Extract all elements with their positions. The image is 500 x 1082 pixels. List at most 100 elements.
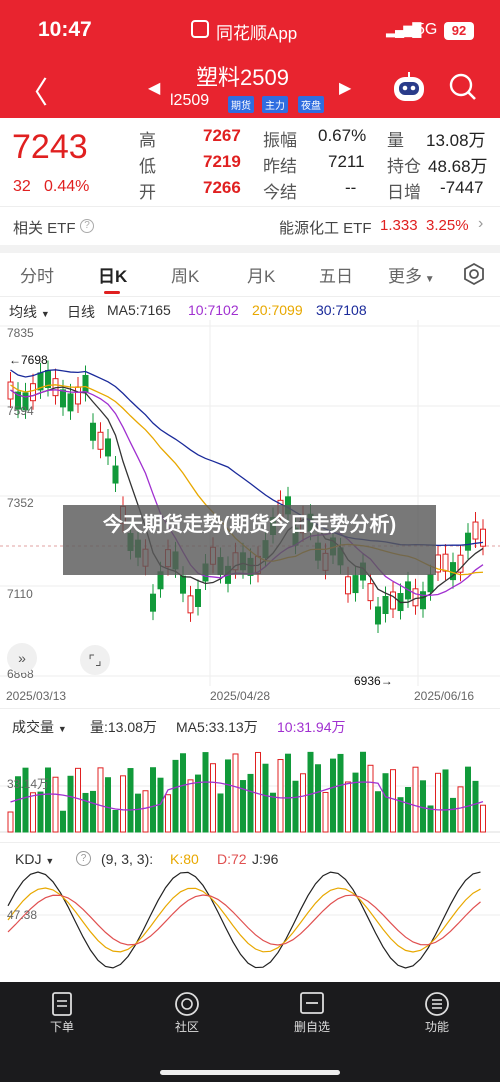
volume-bar xyxy=(397,797,404,833)
candle-body xyxy=(390,591,396,610)
open-interest-label: 持仓 xyxy=(387,157,421,176)
related-etf-row[interactable]: 相关 ETF ? 能源化工 ETF 1.333 3.25% › xyxy=(0,207,500,245)
volume-type-label: 成交量 xyxy=(12,719,54,735)
volume-bar xyxy=(75,767,81,833)
tab-monthly-k[interactable]: 月K xyxy=(247,262,275,287)
volume-bar xyxy=(60,810,66,833)
section-gap xyxy=(0,245,500,253)
candle-body xyxy=(367,583,374,602)
high-label: 高 xyxy=(139,131,156,150)
volume-bar xyxy=(7,811,14,833)
candle-body xyxy=(105,438,111,457)
last-price: 7243 xyxy=(12,128,88,166)
community-icon xyxy=(175,992,199,1016)
candle-body xyxy=(30,383,36,402)
nav-functions[interactable]: 功能 xyxy=(397,990,477,1035)
y-axis-label-4: 7110 xyxy=(7,587,33,601)
volume-bar xyxy=(390,769,396,833)
amplitude-value: 0.67% xyxy=(318,126,367,145)
nav-order[interactable]: 下单 xyxy=(22,990,102,1035)
volume-type-select[interactable]: 成交量 ▼ xyxy=(12,717,67,737)
nav-community-label: 社区 xyxy=(174,1020,199,1034)
volume-bar xyxy=(307,751,314,833)
y-axis-label-3: 7352 xyxy=(7,496,34,510)
tab-daily-k[interactable]: 日K xyxy=(98,262,127,287)
volume-label: 量 xyxy=(387,131,404,150)
candle-body xyxy=(465,532,471,551)
open-interest-value: 48.68万 xyxy=(428,157,488,176)
fullscreen-icon[interactable]: ⌜⌟ xyxy=(80,645,110,675)
high-value: 7267 xyxy=(203,126,241,145)
nav-functions-label: 功能 xyxy=(424,1020,449,1034)
candle-body xyxy=(150,593,156,612)
next-contract-arrow-icon[interactable]: ▶ xyxy=(339,78,351,98)
candle-body xyxy=(112,465,119,484)
volume-bar xyxy=(247,773,254,833)
volume-bar xyxy=(382,773,389,833)
prev-settle-value: 7211 xyxy=(328,152,365,171)
volume-bar xyxy=(37,791,44,833)
y-axis-label-2: 7594 xyxy=(7,404,34,418)
kdj-type-select[interactable]: KDJ ▼ xyxy=(15,851,54,867)
tab-more-label: 更多 xyxy=(388,267,422,286)
volume-bar xyxy=(90,790,96,833)
tab-five-day[interactable]: 五日 xyxy=(319,262,353,287)
nav-remove-watchlist-label: 删自选 xyxy=(293,1020,330,1034)
volume-bar xyxy=(225,759,231,833)
tab-intraday[interactable]: 分时 xyxy=(20,262,54,287)
home-indicator xyxy=(160,1070,340,1075)
volume-bar xyxy=(180,753,186,833)
volume-bar xyxy=(30,792,36,833)
volume-bar xyxy=(345,781,351,833)
app-header: 10:47 同花顺App ▂▄▆█ 5G 92 〈 ◀ 塑料2509 ▶ l25… xyxy=(0,0,500,118)
search-icon[interactable] xyxy=(448,72,478,102)
volume-bar xyxy=(337,753,344,833)
volume-bar xyxy=(82,792,89,833)
volume-bar xyxy=(360,751,366,833)
nav-remove-watchlist[interactable]: 删自选 xyxy=(272,990,352,1035)
volume-bar xyxy=(465,766,471,833)
volume-bar xyxy=(165,794,171,833)
volume-bar xyxy=(457,786,464,833)
kline-chart[interactable] xyxy=(0,320,500,686)
kdj-y-label: 47.38 xyxy=(7,908,38,922)
low-label: 低 xyxy=(139,157,156,176)
candle-body xyxy=(180,575,186,594)
etf-name: 能源化工 ETF xyxy=(279,220,372,237)
caret-down-icon: ▼ xyxy=(422,274,435,285)
settings-icon[interactable] xyxy=(462,262,486,286)
tab-weekly-k[interactable]: 周K xyxy=(171,262,199,287)
network-label: 5G xyxy=(416,21,438,38)
tag-night: 夜盘 xyxy=(298,96,324,113)
date-start: 2025/03/13 xyxy=(6,689,67,703)
remove-watchlist-icon xyxy=(300,992,324,1014)
ma-type-select[interactable]: 均线 ▼ xyxy=(9,302,50,322)
robot-assistant-icon[interactable] xyxy=(391,70,427,104)
contract-code: l2509 xyxy=(170,92,210,109)
volume-bar xyxy=(217,793,224,833)
ma10-value: 10:7102 xyxy=(188,302,239,318)
volume-bar xyxy=(262,763,269,833)
back-button[interactable]: 〈 xyxy=(18,68,48,112)
status-app-name: 同花顺App xyxy=(216,24,298,43)
help-icon[interactable]: ? xyxy=(80,219,94,233)
high-mark-label: ←7698 xyxy=(9,353,48,367)
collapse-icon[interactable]: » xyxy=(7,643,37,673)
candle-body xyxy=(97,431,104,450)
volume-bar xyxy=(450,797,456,833)
prev-contract-arrow-icon[interactable]: ◀ xyxy=(148,78,160,98)
candle-body xyxy=(82,374,89,393)
prev-settle-label: 昨结 xyxy=(263,157,297,176)
tab-more[interactable]: 更多 ▼ xyxy=(388,262,435,287)
nav-community[interactable]: 社区 xyxy=(147,990,227,1035)
kdj-d: D:72 xyxy=(217,851,247,867)
price-change-pct: 0.44% xyxy=(44,178,90,195)
volume-bar xyxy=(187,779,194,833)
volume-bar xyxy=(375,791,381,833)
candle-body xyxy=(352,575,359,594)
volume-bar xyxy=(105,777,111,833)
related-etf-label: 相关 ETF xyxy=(13,220,76,237)
help-icon[interactable]: ? xyxy=(76,851,91,866)
volume-bar xyxy=(367,764,374,833)
kdj-j: J:96 xyxy=(252,851,279,867)
